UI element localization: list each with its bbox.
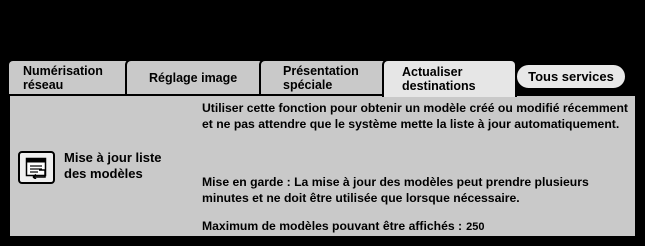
all-services-button[interactable]: Tous services bbox=[515, 63, 627, 90]
max-templates-label: Maximum de modèles pouvant être affichés… bbox=[202, 219, 463, 233]
tab-label: Présentation spéciale bbox=[283, 64, 359, 92]
copier-screen: Numérisation réseau Réglage image Présen… bbox=[0, 0, 645, 246]
tab-update-destinations[interactable]: Actualiser destinations bbox=[382, 59, 517, 97]
update-templates-button[interactable] bbox=[18, 151, 55, 184]
max-templates-line: Maximum de modèles pouvant être affichés… bbox=[202, 218, 484, 235]
content-panel: Mise à jour liste des modèles Utiliser c… bbox=[8, 94, 637, 238]
description-block: Utiliser cette fonction pour obtenir un … bbox=[202, 100, 632, 233]
max-templates-value: 250 bbox=[466, 221, 485, 233]
warning-text: Mise en garde : La mise à jour des modèl… bbox=[202, 175, 589, 205]
template-list-icon bbox=[25, 157, 46, 179]
tab-bar: Numérisation réseau Réglage image Présen… bbox=[0, 55, 645, 97]
description-text: Utiliser cette fonction pour obtenir un … bbox=[202, 101, 628, 131]
tab-special-layout[interactable]: Présentation spéciale bbox=[259, 59, 389, 95]
tab-label: Numérisation réseau bbox=[23, 64, 103, 92]
tab-image-quality[interactable]: Réglage image bbox=[125, 59, 265, 95]
message-area bbox=[0, 0, 645, 55]
update-templates-label: Mise à jour liste des modèles bbox=[64, 150, 162, 181]
tab-network-scanning[interactable]: Numérisation réseau bbox=[7, 59, 135, 95]
tab-label: Actualiser destinations bbox=[402, 65, 476, 93]
bottom-edge bbox=[0, 238, 645, 246]
tab-label: Réglage image bbox=[149, 71, 238, 85]
